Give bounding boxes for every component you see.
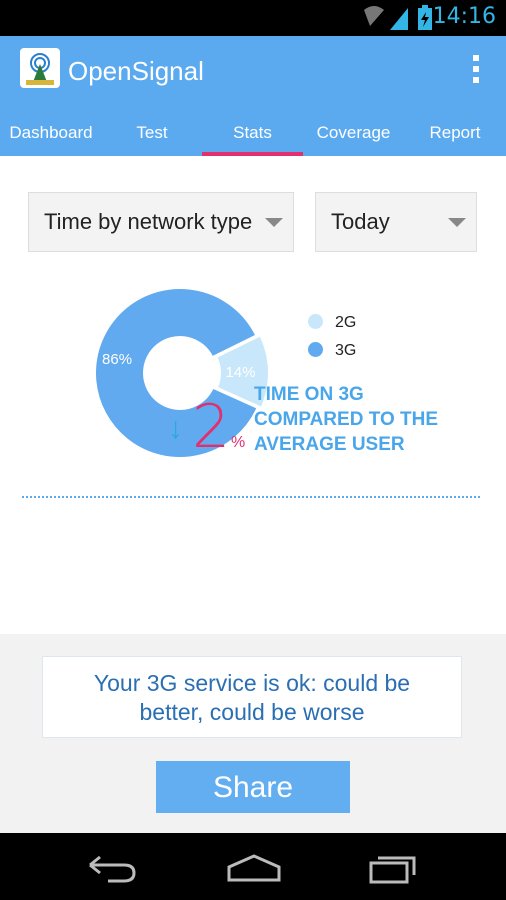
legend-item-3g: 3G <box>308 342 356 360</box>
tab-coverage[interactable]: Coverage <box>303 112 404 156</box>
recent-apps-icon[interactable] <box>368 851 420 885</box>
action-bar: OpenSignal Dashboard Test Stats Coverage… <box>0 36 506 156</box>
opensignal-logo-icon <box>20 48 60 88</box>
message-line-1: Your 3G service is ok: could be <box>93 670 411 696</box>
legend-label-3g: 3G <box>335 342 357 359</box>
status-time: 14:16 <box>432 4 496 29</box>
comparison-value: 2 <box>192 392 231 462</box>
legend-item-2g: 2G <box>308 314 356 332</box>
comparison-line-1: TIME ON 3G <box>254 384 364 405</box>
tab-report[interactable]: Report <box>404 112 506 156</box>
back-icon[interactable] <box>86 853 138 883</box>
service-quality-message: Your 3G service is ok: could be better, … <box>42 656 462 738</box>
comparison-caption: TIME ON 3G COMPARED TO THE AVERAGE USER <box>254 382 494 457</box>
comparison-line-2: COMPARED TO THE <box>254 409 439 430</box>
pie-label-2g: 14% <box>225 364 255 381</box>
legend-label-2g: 2G <box>335 314 357 331</box>
tab-bar: Dashboard Test Stats Coverage Report <box>0 112 506 156</box>
status-bar: 14:16 <box>0 0 506 36</box>
tab-test[interactable]: Test <box>102 112 202 156</box>
legend-swatch-3g <box>308 342 323 357</box>
wifi-icon <box>364 6 384 26</box>
comparison-line-3: AVERAGE USER <box>254 434 405 455</box>
navigation-bar <box>0 833 506 900</box>
message-line-2: better, could be worse <box>139 699 365 725</box>
tab-stats[interactable]: Stats <box>202 112 303 156</box>
signal-icon <box>390 8 408 30</box>
stats-panel: Time by network type Today 14% 86% 2G 3G … <box>0 156 506 634</box>
home-icon[interactable] <box>226 853 282 883</box>
legend-swatch-2g <box>308 314 323 329</box>
app-title: OpenSignal <box>68 56 204 86</box>
tab-dashboard[interactable]: Dashboard <box>0 112 102 156</box>
share-button[interactable]: Share <box>156 761 350 813</box>
overflow-menu-icon[interactable] <box>472 55 480 87</box>
section-divider <box>22 496 480 498</box>
comparison-unit: % <box>231 434 246 451</box>
pie-label-3g: 86% <box>102 351 132 368</box>
down-arrow-icon: ↓ <box>168 412 183 445</box>
battery-icon <box>418 5 432 30</box>
status-icons <box>364 5 432 30</box>
